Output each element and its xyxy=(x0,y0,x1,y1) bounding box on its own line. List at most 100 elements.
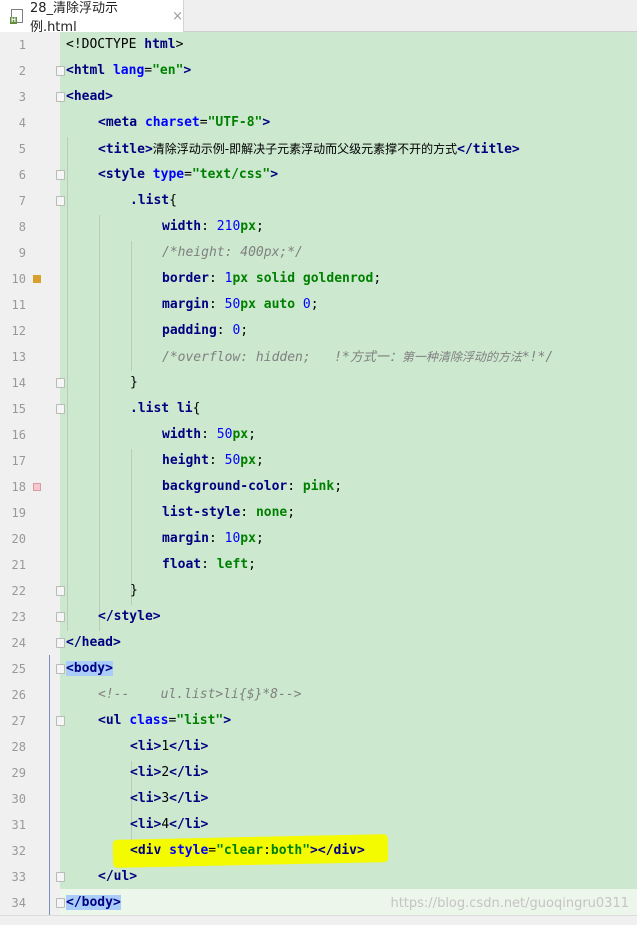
code-line: 18 background-color: pink; xyxy=(0,474,637,500)
code-token: margin xyxy=(162,297,209,312)
code-editor[interactable]: 1 <!DOCTYPE html> 2 <html lang="en"> 3 <… xyxy=(0,32,637,925)
fold-icon[interactable] xyxy=(56,170,65,180)
close-icon[interactable]: × xyxy=(172,9,183,24)
code-line: 25 <body> xyxy=(0,656,637,682)
code-line: 2 <html lang="en"> xyxy=(0,58,637,84)
code-line: 3 <head> xyxy=(0,84,637,110)
code-token: margin xyxy=(162,531,209,546)
code-token: 4 xyxy=(161,817,170,832)
code-line: 6 <style type="text/css"> xyxy=(0,162,637,188)
code-token: px xyxy=(232,427,249,442)
fold-icon[interactable] xyxy=(56,664,65,674)
code-line: 10 border: 1px solid goldenrod; xyxy=(0,266,637,292)
code-token: = xyxy=(208,843,217,858)
code-token: ; xyxy=(255,531,264,546)
fold-icon[interactable] xyxy=(56,612,65,622)
fold-icon[interactable] xyxy=(56,872,65,882)
code-token: *!*/ xyxy=(521,350,554,365)
code-token: > xyxy=(262,115,271,130)
code-token: "text/css" xyxy=(191,167,271,182)
code-token: : xyxy=(263,843,271,858)
code-line: 21 float: left; xyxy=(0,552,637,578)
code-token: width xyxy=(162,219,202,234)
line-number: 8 xyxy=(18,220,26,234)
color-swatch-icon xyxy=(33,483,41,491)
code-token: <style xyxy=(98,167,153,182)
code-line: 22 } xyxy=(0,578,637,604)
fold-icon[interactable] xyxy=(56,898,65,908)
code-token: </body> xyxy=(66,895,121,910)
code-token: px solid goldenrod xyxy=(232,271,374,286)
line-number: 7 xyxy=(18,194,26,208)
code-token: 第一种清除浮动的方法 xyxy=(401,350,522,364)
code-line: 20 margin: 10px; xyxy=(0,526,637,552)
line-number: 21 xyxy=(11,558,26,572)
code-line: 5 <title>清除浮动示例-即解决子元素浮动而父级元素撑不开的方式</tit… xyxy=(0,136,637,162)
code-token: /*height: 400px;*/ xyxy=(162,245,303,260)
fold-icon[interactable] xyxy=(56,716,65,726)
fold-icon[interactable] xyxy=(56,196,65,206)
code-token: : xyxy=(201,427,217,442)
code-token: <div xyxy=(130,843,170,858)
html-file-icon: H xyxy=(10,8,24,24)
code-token: = xyxy=(199,115,208,130)
code-token: = xyxy=(144,63,153,78)
line-number: 33 xyxy=(11,870,26,884)
code-token: "UTF-8" xyxy=(207,115,263,130)
code-token: 清除浮动示例-即解决子元素浮动而父级元素撑不开的方式 xyxy=(152,142,458,156)
code-token: } xyxy=(130,375,138,390)
code-token: { xyxy=(192,401,201,416)
code-token: "list" xyxy=(176,713,224,728)
line-number: 27 xyxy=(11,714,26,728)
code-token: { xyxy=(169,193,177,208)
code-line: 26 <!-- ul.list>li{$}*8--> xyxy=(0,682,637,708)
code-token: both xyxy=(270,843,303,858)
line-number: 17 xyxy=(11,454,26,468)
code-token: .list li xyxy=(130,401,193,416)
code-token: <li> xyxy=(130,739,162,754)
code-token: <li> xyxy=(130,791,162,806)
fold-icon[interactable] xyxy=(56,404,65,414)
code-token: <title> xyxy=(98,142,153,157)
line-number: 25 xyxy=(11,662,26,676)
code-token: > xyxy=(270,167,279,182)
watermark: https://blog.csdn.net/guoqingru0311 xyxy=(390,896,629,911)
line-number: 23 xyxy=(11,610,26,624)
code-token: ; xyxy=(255,219,264,234)
code-token: <li> xyxy=(130,817,162,832)
code-token: 0 xyxy=(302,297,311,312)
line-number: 31 xyxy=(11,818,26,832)
code-token: </style> xyxy=(98,609,161,624)
line-number: 12 xyxy=(11,324,26,338)
line-number: 2 xyxy=(18,64,26,78)
code-token: : xyxy=(201,219,217,234)
code-token: list-style xyxy=(162,505,241,520)
line-number: 5 xyxy=(18,142,26,156)
code-token: ; xyxy=(334,479,343,494)
line-number: 24 xyxy=(11,636,26,650)
code-token: none xyxy=(255,505,288,520)
code-token: : xyxy=(216,323,233,338)
fold-icon[interactable] xyxy=(56,66,65,76)
code-line: 30 <li>3</li> xyxy=(0,786,637,812)
code-token: "en" xyxy=(152,63,184,78)
fold-icon[interactable] xyxy=(56,92,65,102)
fold-icon[interactable] xyxy=(56,378,65,388)
line-number: 20 xyxy=(11,532,26,546)
line-number: 30 xyxy=(11,792,26,806)
line-number: 6 xyxy=(18,168,26,182)
line-number: 32 xyxy=(11,844,26,858)
fold-icon[interactable] xyxy=(56,638,65,648)
line-number: 13 xyxy=(11,350,26,364)
code-line: 29 <li>2</li> xyxy=(0,760,637,786)
code-token: 1 xyxy=(161,739,170,754)
file-tab[interactable]: H 28_清除浮动示例.html × xyxy=(0,0,184,35)
code-token: 50 xyxy=(224,297,241,312)
fold-icon[interactable] xyxy=(56,586,65,596)
code-token: ; xyxy=(255,453,264,468)
code-token: class xyxy=(129,713,169,728)
code-token: border xyxy=(162,271,209,286)
line-number: 29 xyxy=(11,766,26,780)
code-token: 50 xyxy=(224,453,241,468)
code-token: ; xyxy=(287,505,296,520)
